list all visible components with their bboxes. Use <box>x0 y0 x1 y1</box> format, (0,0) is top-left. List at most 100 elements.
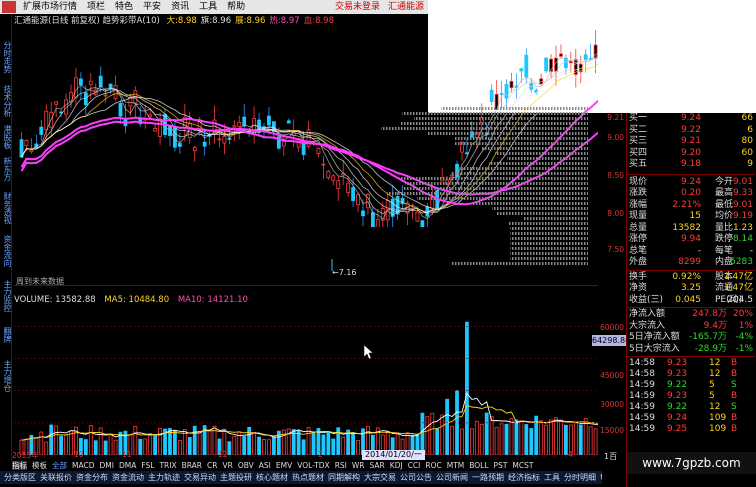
quote-panel: 买一 9.24 66 买二 9.22 6 买三 9.21 80 买四 9.20 60 买五 9.18 9 现价… <box>626 113 756 487</box>
indicator-tab[interactable]: 全部 <box>52 461 67 470</box>
bottom-tab[interactable]: 交易异动 <box>184 473 216 482</box>
candlestick-chart[interactable]: 周到未来数据 ←7.16 <box>14 27 598 285</box>
indicator-tab[interactable]: TRIX <box>159 461 176 470</box>
bottom-tab[interactable]: 核心题材 <box>256 473 288 482</box>
candle-body <box>351 187 355 202</box>
indicator-tab[interactable]: MCST <box>512 461 533 470</box>
bottom-tab[interactable]: 工具 <box>544 473 560 482</box>
volume-bar <box>593 428 598 455</box>
bottom-tab[interactable]: 热点题材 <box>292 473 324 482</box>
indicator-tab[interactable]: SAR <box>370 461 385 470</box>
flow-percent: 20% <box>732 309 753 319</box>
tab-position-increase[interactable]: 主力增仓 <box>0 356 12 396</box>
volume-value: VOLUME: 13582.88 <box>14 295 96 305</box>
indicator-tab[interactable]: CR <box>207 461 217 470</box>
menu-item-pingan[interactable]: 平安 <box>138 0 166 14</box>
candle-body <box>499 93 504 95</box>
indicator-tab[interactable]: ASI <box>259 461 271 470</box>
bottom-tab[interactable]: 一路预期 <box>472 473 504 482</box>
menu-item-news[interactable]: 资讯 <box>166 0 194 14</box>
volume-bar <box>484 412 489 455</box>
quote-value: 1.47亿 <box>723 271 753 282</box>
quote-row: 换手 0.92% 股本 1.47亿 <box>627 272 755 283</box>
tab-money-flow[interactable]: 资金流向 <box>0 232 12 270</box>
chart-title: 汇通能源(日线 前复权) 趋势彩带A(10) <box>14 16 160 26</box>
indicator-tab[interactable]: ROC <box>425 461 441 470</box>
indicator-tab[interactable]: RSI <box>335 461 347 470</box>
bottom-tab-bar: 分类版区 关联报价 资金分布 资金流动 主力轨迹 交易异动 主题投研 核心题材 热点题材 同期解构… <box>0 471 602 484</box>
quote-label: 净资 <box>629 283 648 293</box>
bottom-tab[interactable]: 分类版区 <box>4 473 36 482</box>
candle-body <box>192 147 197 152</box>
indicator-tab[interactable]: 指标 <box>12 461 27 470</box>
bottom-tab[interactable]: 分时明细 <box>564 473 596 482</box>
indicator-tab[interactable]: WR <box>352 461 365 470</box>
bottom-tab[interactable]: 大宗交易 <box>364 473 396 482</box>
menu-item-features[interactable]: 特色 <box>110 0 138 14</box>
indicator-tab[interactable]: BOLL <box>469 461 488 470</box>
bottom-tab[interactable]: 资金流动 <box>112 473 144 482</box>
bottom-tab[interactable]: 公司新闻 <box>436 473 468 482</box>
quote-label: 最低 <box>715 199 734 210</box>
tab-main-force[interactable]: 主力监控 <box>0 276 12 316</box>
menu-item-columns[interactable]: 项栏 <box>82 0 110 14</box>
indicator-tab[interactable]: KDJ <box>390 461 403 470</box>
indicator-tab[interactable]: EMV <box>276 461 292 470</box>
quote-label: 最高 <box>715 188 734 198</box>
quote-label: 外盘 <box>629 257 648 267</box>
volume-ma5: MA5: 10484.80 <box>104 295 170 305</box>
panel-separator <box>627 269 755 271</box>
indicator-tab[interactable]: DMA <box>119 461 136 470</box>
indicator-tab[interactable]: VR <box>222 461 232 470</box>
bottom-tab[interactable]: 公司公告 <box>400 473 432 482</box>
bottom-tab[interactable]: 经济指标 <box>508 473 540 482</box>
indicator-tab[interactable]: PST <box>494 461 508 470</box>
quote-label: 每笔 <box>715 245 734 256</box>
candle-body <box>39 126 44 135</box>
indicator-tab[interactable]: CCI <box>408 461 421 470</box>
price-tick-label: 8.00 <box>607 209 624 218</box>
indicator-tab[interactable]: MACD <box>72 461 94 470</box>
order-book-label: 买五 <box>629 159 648 169</box>
menu-item-help[interactable]: 帮助 <box>222 0 250 14</box>
trade-tick-row: 14:58 9.23 12 B <box>627 358 755 369</box>
bottom-tab[interactable]: 切 <box>600 473 602 482</box>
profile-bar <box>507 157 588 160</box>
tab-intraday[interactable]: 分时走势 <box>0 38 12 76</box>
quote-value: 0.92% <box>672 271 701 282</box>
money-flow-row: 5日大宗流入 -28.9万 -1% <box>627 344 755 355</box>
indicator-tab[interactable]: OBV <box>238 461 254 470</box>
tab-flip[interactable]: 翻牌 <box>0 320 12 350</box>
price-axis: 9.21 9.00 8.50 8.00 7.50 <box>598 113 626 283</box>
bottom-tab[interactable]: 资金分布 <box>76 473 108 482</box>
volume-bar <box>440 414 445 455</box>
menu-item-extended-market[interactable]: 扩展市场行情 <box>18 0 82 14</box>
indicator-tab[interactable]: MTM <box>447 461 465 470</box>
indicator-tab[interactable]: FSL <box>141 461 154 470</box>
tick-time: 14:59 <box>629 402 655 412</box>
bottom-tab[interactable]: 主题投研 <box>220 473 252 482</box>
candle-body <box>331 175 336 181</box>
indicator-tab[interactable]: VOL-TDX <box>297 461 329 470</box>
money-flow-row: 净流入额 247.8万 20% <box>627 309 755 320</box>
bottom-tab[interactable]: 主力轨迹 <box>148 473 180 482</box>
tab-financials[interactable]: 财务透视 <box>0 188 12 228</box>
profile-bar <box>405 182 588 185</box>
tab-new-east[interactable]: 新东方 <box>0 154 12 184</box>
bottom-tab[interactable]: 同期解构 <box>328 473 360 482</box>
trade-login-status[interactable]: 交易未登录 <box>335 0 380 14</box>
bottom-tab[interactable]: 关联报价 <box>40 473 72 482</box>
quote-label: 涨跌 <box>629 188 648 198</box>
trade-tick-row: 14:59 9.22 5 S <box>627 380 755 391</box>
indicator-tab[interactable]: 模板 <box>32 461 47 470</box>
quote-value: 9.19 <box>732 211 753 221</box>
indicator-tab[interactable]: DMI <box>99 461 113 470</box>
indicator-value: 热:8.97 <box>269 16 300 26</box>
panel-separator <box>627 356 755 357</box>
tab-hk[interactable]: 港股板 <box>0 122 12 152</box>
indicator-tab[interactable]: BRAR <box>182 461 202 470</box>
mouse-cursor-icon <box>363 344 374 360</box>
tab-technical[interactable]: 技术分析 <box>0 82 12 120</box>
menu-item-tools[interactable]: 工具 <box>194 0 222 14</box>
volume-chart[interactable] <box>14 305 598 455</box>
